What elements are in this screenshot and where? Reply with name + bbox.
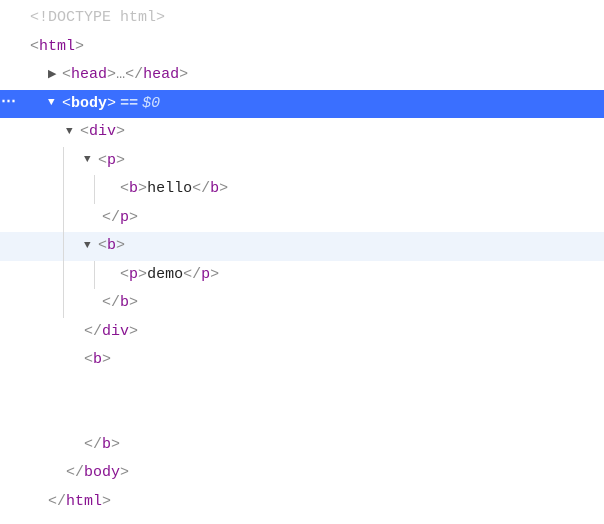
doctype-text: <!DOCTYPE html> (30, 4, 165, 33)
line-p1-close[interactable]: </p> (0, 204, 604, 233)
line-div-open[interactable]: ▼<div> (0, 118, 604, 147)
selection-alias: $0 (142, 90, 160, 119)
text-hello: hello (147, 175, 192, 204)
tag-html: html (39, 33, 75, 62)
line-b2-open[interactable]: ▼<b> (0, 232, 604, 261)
line-div-close[interactable]: </div> (0, 318, 604, 347)
line-b2-close[interactable]: </b> (0, 289, 604, 318)
line-p1-open[interactable]: ▼<p> (0, 147, 604, 176)
tag-body: body (71, 90, 107, 119)
line-b3-open[interactable]: <b> (0, 346, 604, 375)
gutter-dots-icon: ⋯ (0, 88, 18, 117)
text-demo: demo (147, 261, 183, 290)
ellipsis: … (116, 61, 125, 90)
tag-p: p (129, 261, 138, 290)
expand-expanded-icon[interactable]: ▼ (84, 236, 98, 257)
expand-expanded-icon[interactable]: ▼ (66, 122, 80, 143)
line-html-close[interactable]: </html> (0, 488, 604, 517)
expand-collapsed-icon[interactable]: ▶ (48, 65, 62, 86)
line-b-hello[interactable]: <b>hello</b> (0, 175, 604, 204)
tag-head: head (71, 61, 107, 90)
tag-b: b (129, 175, 138, 204)
line-body-close[interactable]: </body> (0, 459, 604, 488)
tag-b: b (93, 346, 102, 375)
expand-expanded-icon[interactable]: ▼ (48, 93, 62, 114)
line-blank (0, 375, 604, 403)
line-p-demo[interactable]: <p>demo</p> (0, 261, 604, 290)
dom-tree: <!DOCTYPE html> <html> ▶<head>…</head> ⋯… (0, 0, 604, 524)
tag-b: b (107, 232, 116, 261)
line-head[interactable]: ▶<head>…</head> (0, 61, 604, 90)
selection-eq: == (116, 90, 142, 119)
expand-expanded-icon[interactable]: ▼ (84, 150, 98, 171)
tag-p: p (107, 147, 116, 176)
line-body-open-selected[interactable]: ⋯ ▼<body> == $0 (0, 90, 604, 119)
tag-div: div (89, 118, 116, 147)
line-html-open[interactable]: <html> (0, 33, 604, 62)
line-b3-close[interactable]: </b> (0, 431, 604, 460)
line-doctype[interactable]: <!DOCTYPE html> (0, 4, 604, 33)
line-blank (0, 403, 604, 431)
